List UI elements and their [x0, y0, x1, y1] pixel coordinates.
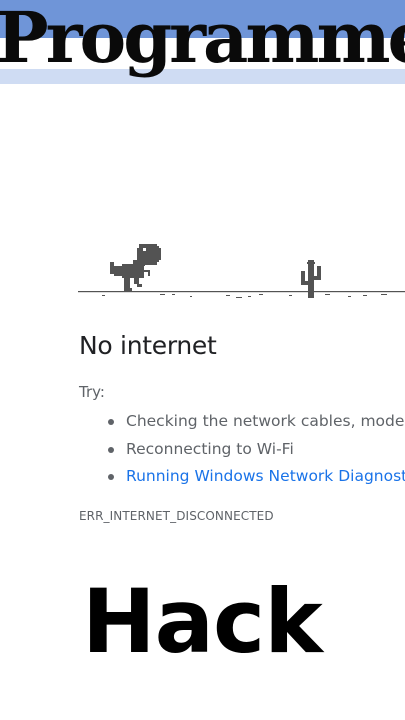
- error-panel: No internet Try: Checking the network ca…: [79, 328, 405, 524]
- error-code: ERR_INTERNET_DISCONNECTED: [79, 508, 274, 523]
- offline-game-canvas[interactable]: [78, 238, 405, 308]
- suggestion-item[interactable]: Running Windows Network Diagnostics: [79, 463, 405, 491]
- error-heading: No internet: [79, 331, 217, 360]
- suggestion-item: Reconnecting to Wi-Fi: [79, 436, 405, 464]
- overlay-title: Programmer: [0, 0, 405, 79]
- cactus-icon: [301, 260, 321, 298]
- overlay-caption: Hack: [82, 570, 323, 673]
- suggestion-text: Checking the network cables, modem, and …: [126, 412, 405, 430]
- screenshot-frame: Programmer: [0, 0, 405, 720]
- try-label: Try:: [79, 383, 105, 401]
- bullet-icon: [108, 446, 114, 453]
- offline-game-scene[interactable]: [78, 238, 405, 308]
- ground-line: [78, 291, 405, 298]
- suggestion-list: Checking the network cables, modem, and …: [79, 408, 405, 491]
- network-diagnostics-link[interactable]: Running Windows Network Diagnostics: [126, 467, 405, 485]
- t-rex-dino-icon[interactable]: [110, 244, 161, 291]
- title-banner: Programmer: [0, 0, 405, 84]
- suggestion-item: Checking the network cables, modem, and …: [79, 408, 405, 436]
- suggestion-text: Reconnecting to Wi-Fi: [126, 439, 294, 458]
- bullet-icon: [108, 474, 114, 480]
- bullet-icon: [108, 419, 114, 425]
